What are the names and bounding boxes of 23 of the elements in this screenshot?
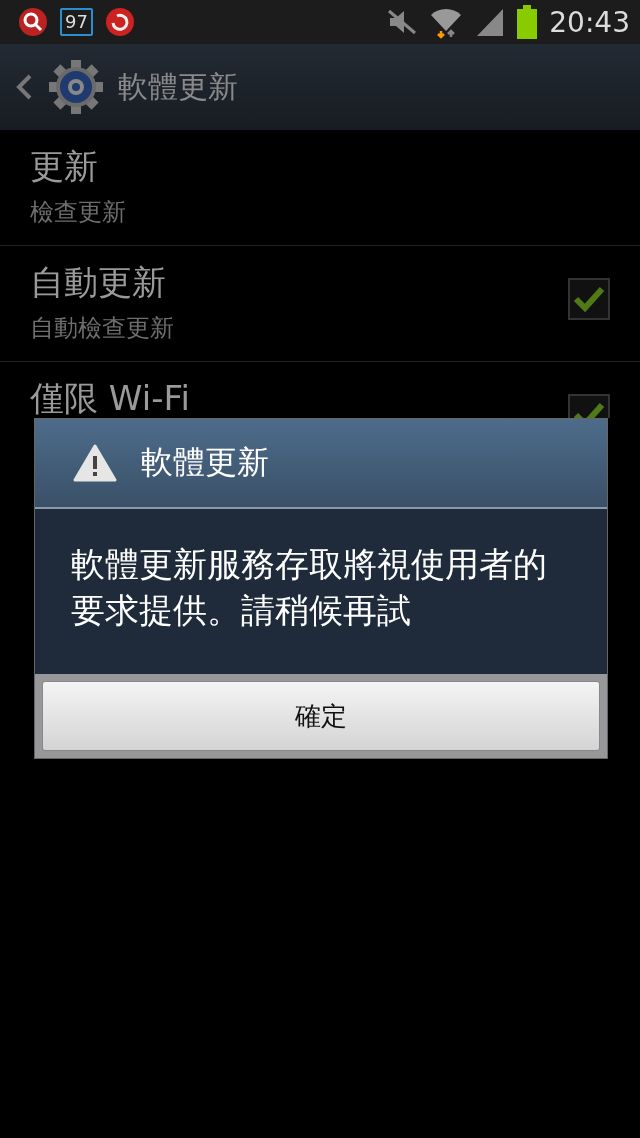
settings-row[interactable]: 更新 檢查更新	[0, 130, 640, 246]
dialog-title: 軟體更新	[141, 442, 269, 483]
search-icon	[18, 7, 48, 37]
setting-subtitle: 自動檢查更新	[30, 313, 175, 344]
mute-icon	[387, 9, 418, 35]
setting-title: 更新	[30, 145, 99, 188]
clock: 20:43	[549, 5, 630, 39]
setting-subtitle: 檢查更新	[30, 197, 127, 228]
setting-title: 僅限 Wi-Fi	[30, 377, 191, 418]
gear-icon	[48, 59, 104, 115]
settings-row[interactable]: 自動更新 自動檢查更新	[0, 246, 640, 362]
dialog-message: 軟體更新服務存取將視使用者的要求提供。請稍候再試	[71, 542, 548, 632]
refresh-icon	[104, 7, 135, 37]
signal-icon	[475, 7, 506, 37]
screen-title: 軟體更新	[118, 67, 238, 106]
battery-icon	[517, 5, 538, 39]
checkbox[interactable]	[568, 278, 610, 320]
check-icon	[573, 285, 605, 313]
ok-button[interactable]: 確定	[42, 681, 600, 751]
warning-icon	[73, 444, 117, 482]
battery-badge: 97	[60, 8, 93, 36]
setting-title: 自動更新	[30, 261, 167, 304]
back-icon[interactable]	[14, 72, 34, 102]
